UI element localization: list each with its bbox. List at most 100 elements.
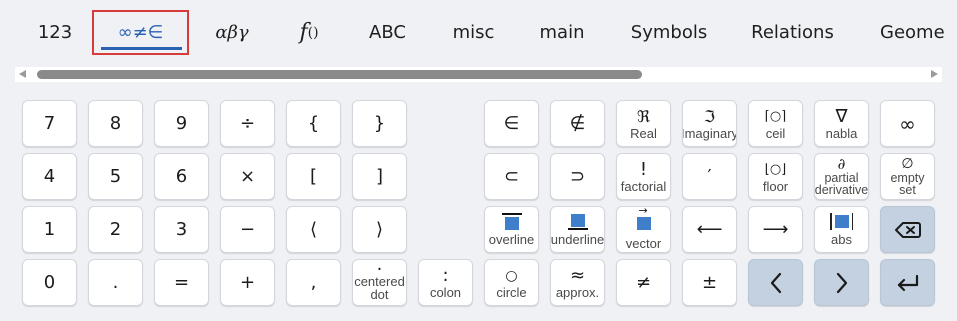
tab-scrollbar[interactable] (15, 67, 942, 82)
key-centered-dot[interactable]: · centered dot (352, 259, 407, 306)
key-real[interactable]: ℜ Real (616, 100, 671, 147)
key-label: × (239, 165, 256, 187)
tab-label: 123 (37, 22, 73, 43)
key-2[interactable]: 2 (88, 206, 143, 253)
key-not-equal[interactable]: ≠ (616, 259, 671, 306)
tab-greek[interactable]: αβγ (203, 10, 261, 55)
key-subset[interactable]: ⊂ (484, 153, 539, 200)
key-vector[interactable]: → vector (616, 206, 671, 253)
key-approx[interactable]: ≈ approx. (550, 259, 605, 306)
key-label: 9 (175, 112, 188, 134)
key-comma[interactable]: , (286, 259, 341, 306)
key-prime[interactable]: ′ (682, 153, 737, 200)
cursor-right-button[interactable] (814, 259, 869, 306)
key-1[interactable]: 1 (22, 206, 77, 253)
key-label: ∞ (899, 111, 916, 136)
key-caption: overline (488, 232, 535, 247)
enter-button[interactable] (880, 259, 935, 306)
key-label: 2 (109, 218, 122, 240)
key-glyph: ∅ (901, 156, 914, 172)
key-right-angle[interactable]: ⟩ (352, 206, 407, 253)
key-minus[interactable]: − (220, 206, 275, 253)
key-4[interactable]: 4 (22, 153, 77, 200)
key-abs[interactable]: abs (814, 206, 869, 253)
key-glyph: : (442, 265, 449, 286)
scrollbar-thumb[interactable] (37, 70, 642, 79)
key-plus-minus[interactable]: ± (682, 259, 737, 306)
key-divide[interactable]: ÷ (220, 100, 275, 147)
overline-placeholder-icon (501, 213, 522, 230)
key-label: ⟨ (309, 218, 318, 240)
key-left-angle[interactable]: ⟨ (286, 206, 341, 253)
key-superset[interactable]: ⊃ (550, 153, 605, 200)
key-label: ⊃ (569, 165, 586, 187)
key-left-bracket[interactable]: [ (286, 153, 341, 200)
key-3[interactable]: 3 (154, 206, 209, 253)
key-empty-set[interactable]: ∅ empty set (880, 153, 935, 200)
key-floor[interactable]: ⌊○⌋ floor (748, 153, 803, 200)
tab-relations[interactable]: Relations (745, 10, 840, 55)
tab-functions[interactable]: f() (284, 10, 334, 55)
key-not-element-of[interactable]: ∉ (550, 100, 605, 147)
key-decimal[interactable]: . (88, 259, 143, 306)
key-long-right-arrow[interactable]: ⟶ (748, 206, 803, 253)
tab-operators[interactable]: ∞≠∈ (92, 10, 189, 55)
key-long-left-arrow[interactable]: ⟵ (682, 206, 737, 253)
backspace-button[interactable] (880, 206, 935, 253)
key-label: } (373, 112, 386, 134)
key-infinity[interactable]: ∞ (880, 100, 935, 147)
key-partial-derivative[interactable]: ∂ partial derivative (814, 153, 869, 200)
key-5[interactable]: 5 (88, 153, 143, 200)
key-right-bracket[interactable]: ] (352, 153, 407, 200)
key-8[interactable]: 8 (88, 100, 143, 147)
scroll-right-arrow-icon[interactable] (931, 70, 938, 78)
key-nabla[interactable]: ∇ nabla (814, 100, 869, 147)
cursor-left-button[interactable] (748, 259, 803, 306)
key-caption: nabla (825, 126, 858, 141)
key-glyph: ⌈○⌉ (764, 109, 787, 124)
tab-alphabet[interactable]: ABC (360, 10, 415, 55)
key-factorial[interactable]: ! factorial (616, 153, 671, 200)
key-equals[interactable]: = (154, 259, 209, 306)
key-circle[interactable]: ○ circle (484, 259, 539, 306)
key-label: − (239, 218, 256, 240)
tab-geometry[interactable]: Geome (873, 10, 957, 55)
key-underline[interactable]: underline (550, 206, 605, 253)
enter-icon (897, 274, 918, 291)
key-element-of[interactable]: ∈ (484, 100, 539, 147)
tab-label: f (299, 20, 308, 45)
key-glyph: ⌊○⌋ (764, 162, 787, 177)
key-overline[interactable]: overline (484, 206, 539, 253)
key-0[interactable]: 0 (22, 259, 77, 306)
tab-numeric[interactable]: 123 (31, 10, 79, 55)
key-caption: Imaginary (682, 126, 737, 141)
key-label: ∉ (569, 112, 586, 134)
scroll-left-arrow-icon[interactable] (19, 70, 26, 78)
key-label: ⟩ (375, 218, 384, 240)
key-imaginary[interactable]: ℑ Imaginary (682, 100, 737, 147)
key-9[interactable]: 9 (154, 100, 209, 147)
key-label: ′ (707, 165, 712, 187)
tab-label: Geome (880, 22, 945, 43)
key-caption: ceil (765, 126, 786, 141)
key-left-brace[interactable]: { (286, 100, 341, 147)
tab-symbols[interactable]: Symbols (624, 10, 714, 55)
key-glyph: ! (639, 159, 648, 180)
key-label: ] (375, 165, 384, 187)
key-right-brace[interactable]: } (352, 100, 407, 147)
key-colon[interactable]: : colon (418, 259, 473, 306)
key-times[interactable]: × (220, 153, 275, 200)
keyboard-tab-bar: 123 ∞≠∈ αβγ f() ABC misc main Symbols Re… (0, 0, 957, 64)
key-ceil[interactable]: ⌈○⌉ ceil (748, 100, 803, 147)
chevron-left-icon (770, 272, 781, 293)
key-plus[interactable]: + (220, 259, 275, 306)
key-7[interactable]: 7 (22, 100, 77, 147)
key-label: ⟵ (696, 218, 723, 240)
key-caption: abs (831, 232, 852, 247)
key-caption: set (899, 183, 916, 197)
tab-main[interactable]: main (533, 10, 591, 55)
key-6[interactable]: 6 (154, 153, 209, 200)
key-label: , (310, 271, 317, 293)
tab-misc[interactable]: misc (446, 10, 501, 55)
key-caption: Real (630, 126, 657, 141)
